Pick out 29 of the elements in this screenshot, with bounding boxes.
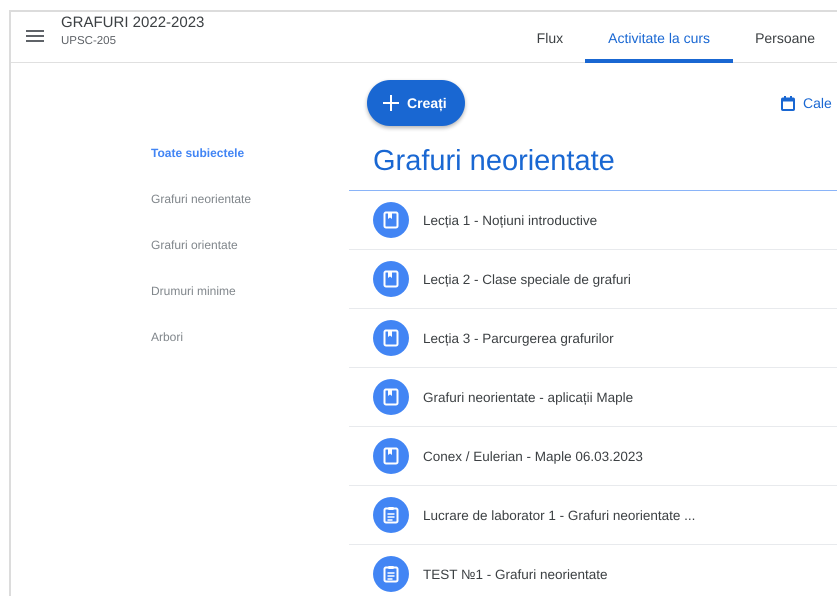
classwork-item[interactable]: Lecția 2 - Clase speciale de grafuri: [349, 250, 837, 309]
book-icon: [373, 261, 409, 297]
classwork-item[interactable]: Grafuri neorientate - aplicații Maple: [349, 368, 837, 427]
tab[interactable]: Persoane: [733, 12, 837, 63]
book-icon: [373, 202, 409, 238]
calendar-icon: [781, 96, 795, 110]
class-code: UPSC-205: [61, 35, 117, 47]
tab[interactable]: Activitate la curs: [585, 12, 734, 63]
topic-link[interactable]: Grafuri neorientate: [151, 191, 349, 208]
calendar-link[interactable]: Cale: [781, 95, 837, 111]
plus-icon: [383, 95, 399, 111]
book-icon: [373, 320, 409, 356]
classwork-item[interactable]: Lucrare de laborator 1 - Grafuri neorientate ...: [349, 486, 837, 545]
topic-heading: Grafuri neorientate: [349, 145, 837, 191]
book-icon: [373, 438, 409, 474]
book-icon: [373, 379, 409, 415]
classwork-item[interactable]: Conex / Eulerian - Maple 06.03.2023: [349, 427, 837, 486]
topic-link[interactable]: Grafuri orientate: [151, 237, 349, 254]
topic-link[interactable]: Arbori: [151, 329, 349, 346]
topic-link[interactable]: Drumuri minime: [151, 283, 349, 300]
clipboard-icon: [373, 556, 409, 592]
tab[interactable]: Flux: [514, 12, 586, 63]
classwork-item[interactable]: Lecția 1 - Noțiuni introductive: [349, 191, 837, 250]
classwork-item[interactable]: Lecția 3 - Parcurgerea grafurilor: [349, 309, 837, 368]
topic-link[interactable]: Toate subiectele: [151, 145, 349, 162]
class-title: GRAFURI 2022-2023: [61, 14, 204, 31]
classwork-item[interactable]: TEST №1 - Grafuri neorientate: [349, 545, 837, 596]
clipboard-icon: [373, 497, 409, 533]
create-button[interactable]: Creați: [367, 80, 465, 126]
